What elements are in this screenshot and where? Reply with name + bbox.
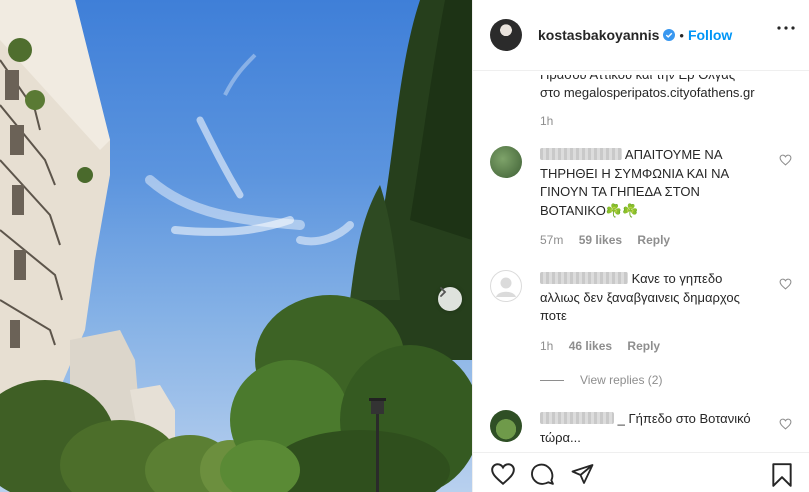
follow-button[interactable]: Follow <box>688 27 732 43</box>
divider-line <box>540 379 564 381</box>
avatar[interactable] <box>490 270 522 302</box>
paper-plane-icon[interactable] <box>570 462 595 486</box>
separator-dot: • <box>679 27 684 43</box>
verified-badge-icon <box>663 29 676 41</box>
comment-likes[interactable]: 59 likes <box>579 233 622 247</box>
post-side-panel: kostasbakoyannis • Follow Πράσου Αττικού… <box>472 0 809 492</box>
heart-icon[interactable] <box>779 278 792 290</box>
view-replies-label: View replies (2) <box>580 373 663 387</box>
comments-list[interactable]: Πράσου Αττικού και την Ερ Ολγας στο mega… <box>473 72 809 450</box>
heart-icon[interactable] <box>779 154 792 166</box>
reply-button[interactable]: Reply <box>627 339 660 353</box>
comment-time[interactable]: 1h <box>540 339 553 353</box>
post-actions-bar <box>473 452 809 492</box>
comment-body: Κανε το γηπεδο αλλιως δεν ξαναβγαινεις δ… <box>540 270 760 355</box>
username-link[interactable]: kostasbakoyannis <box>538 27 659 43</box>
more-options-icon[interactable] <box>777 26 795 30</box>
avatar[interactable] <box>490 19 522 51</box>
commenter-username-blurred[interactable] <box>540 148 622 160</box>
bookmark-icon[interactable] <box>771 462 793 488</box>
commenter-username-blurred[interactable] <box>540 272 628 284</box>
caption-line: Πράσου Αττικού και την Ερ Ολγας <box>540 72 736 82</box>
chevron-right-icon <box>440 287 447 297</box>
comment-time[interactable]: 57m <box>540 233 563 247</box>
default-avatar-icon <box>496 277 516 297</box>
heart-icon[interactable] <box>490 462 516 486</box>
comment-body: ΑΠΑΙΤΟΥΜΕ ΝΑ ΤΗΡΗΘΕΙ Η ΣΥΜΦΩΝΙΑ ΚΑΙ ΝΑ Γ… <box>540 146 760 250</box>
view-replies-button[interactable]: View replies (2) <box>540 373 662 387</box>
post-photo[interactable] <box>0 0 472 492</box>
comment-likes[interactable]: 46 likes <box>569 339 612 353</box>
caption-text: Πράσου Αττικού και την Ερ Ολγας στο mega… <box>540 72 790 130</box>
comment-icon[interactable] <box>530 462 555 487</box>
street-scene-image <box>0 0 472 492</box>
reply-button[interactable]: Reply <box>637 233 670 247</box>
post-header: kostasbakoyannis • Follow <box>473 0 809 71</box>
carousel-next-button[interactable] <box>438 287 462 311</box>
commenter-username-blurred[interactable] <box>540 412 614 424</box>
comment-meta: 1h 46 likes Reply <box>540 337 760 356</box>
heart-icon[interactable] <box>779 418 792 430</box>
caption-time[interactable]: 1h <box>540 112 790 130</box>
comment-body: _ Γήπεδο στο Βοτανικό τώρα... <box>540 410 760 447</box>
avatar[interactable] <box>490 410 522 442</box>
avatar[interactable] <box>490 146 522 178</box>
caption-line: στο megalosperipatos.cityofathens.gr <box>540 85 755 100</box>
comment-meta: 57m 59 likes Reply <box>540 231 760 250</box>
